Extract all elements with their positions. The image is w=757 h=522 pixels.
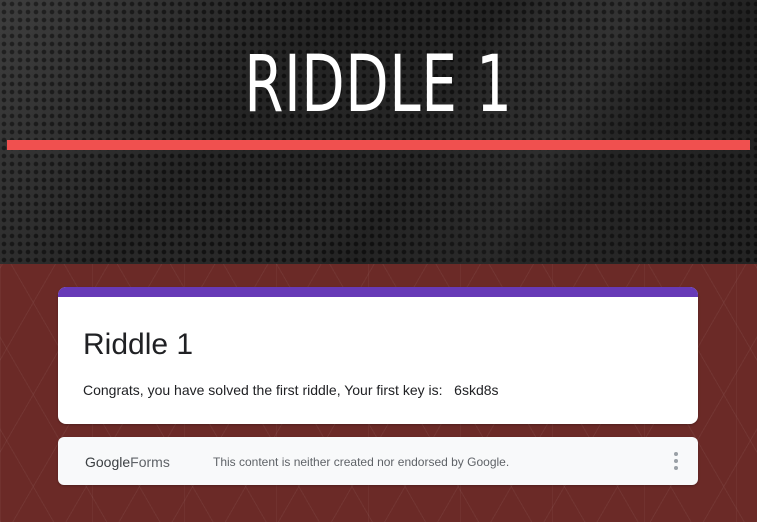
- logo-google-word: Google: [85, 454, 131, 470]
- disclaimer-text: This content is neither created nor endo…: [213, 455, 510, 469]
- more-vert-icon[interactable]: [670, 451, 682, 471]
- menu-dot: [674, 452, 678, 456]
- banner-title: RIDDLE 1: [244, 40, 513, 130]
- menu-dot: [674, 459, 678, 463]
- form-header-card: Riddle 1 Congrats, you have solved the f…: [58, 287, 698, 424]
- header-banner: RIDDLE 1: [0, 0, 757, 264]
- card-accent-bar: [58, 287, 698, 297]
- form-confirmation-message: Congrats, you have solved the first ridd…: [83, 382, 499, 398]
- google-forms-logo[interactable]: GoogleForms: [85, 453, 170, 471]
- menu-dot: [674, 466, 678, 470]
- banner-divider-bar: [7, 140, 750, 150]
- form-footer: GoogleForms This content is neither crea…: [58, 437, 698, 485]
- logo-forms-word: Forms: [130, 454, 170, 470]
- form-title: Riddle 1: [83, 328, 194, 361]
